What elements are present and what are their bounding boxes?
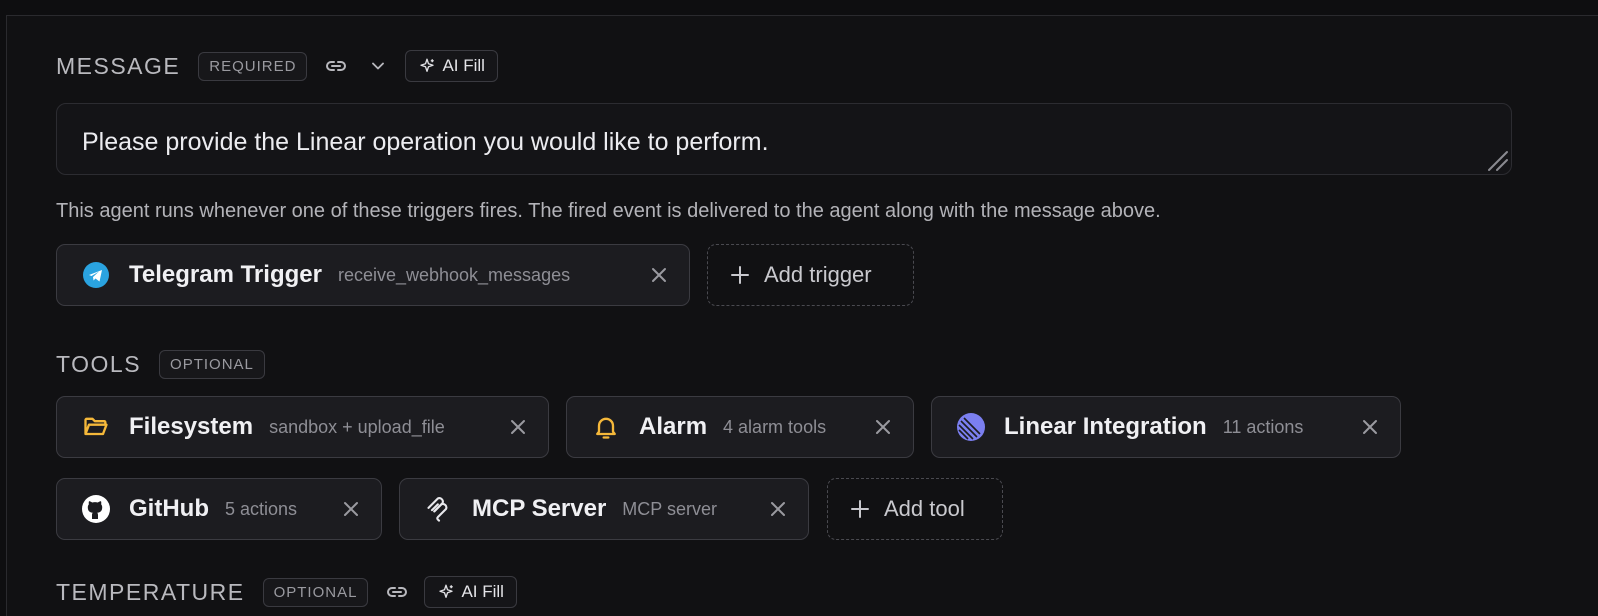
- sparkle-icon: [439, 584, 454, 598]
- temperature-field-header: TEMPERATURE OPTIONAL AI Fill: [56, 575, 517, 609]
- tool-name: MCP Server: [472, 495, 607, 522]
- link-icon[interactable]: [323, 53, 349, 79]
- close-icon[interactable]: [766, 497, 790, 521]
- close-icon[interactable]: [506, 415, 530, 439]
- tool-chip-mcp-server[interactable]: MCP Server MCP server: [399, 478, 809, 540]
- plus-icon: [731, 266, 749, 284]
- tool-meta: 4 alarm tools: [723, 416, 827, 437]
- tool-chip-filesystem[interactable]: Filesystem sandbox + upload_file: [56, 396, 549, 458]
- link-icon[interactable]: [384, 579, 410, 605]
- trigger-help-text: This agent runs whenever one of these tr…: [56, 200, 1161, 222]
- resize-handle-icon[interactable]: [1483, 146, 1509, 172]
- ai-fill-label: AI Fill: [461, 582, 504, 601]
- linear-icon: [956, 412, 986, 442]
- tool-name: GitHub: [129, 495, 209, 522]
- message-field-header: MESSAGE REQUIRED AI Fill: [56, 49, 498, 83]
- tool-name: Filesystem: [129, 413, 254, 440]
- required-badge: REQUIRED: [198, 51, 308, 81]
- github-icon: [81, 494, 111, 524]
- bell-icon: [591, 412, 621, 442]
- chevron-down-icon[interactable]: [365, 53, 391, 79]
- add-trigger-button[interactable]: Add trigger: [707, 244, 914, 306]
- sparkle-icon: [420, 58, 435, 72]
- tool-meta: sandbox + upload_file: [269, 416, 445, 437]
- message-label: MESSAGE: [56, 52, 181, 79]
- tool-chip-alarm[interactable]: Alarm 4 alarm tools: [566, 396, 914, 458]
- ai-fill-button[interactable]: AI Fill: [405, 50, 498, 82]
- tool-chip-linear[interactable]: Linear Integration 11 actions: [931, 396, 1401, 458]
- mcp-icon: [424, 494, 454, 524]
- add-tool-label: Add tool: [884, 496, 965, 521]
- tool-name: Alarm: [639, 413, 708, 440]
- tool-chip-github[interactable]: GitHub 5 actions: [56, 478, 382, 540]
- optional-badge: OPTIONAL: [159, 349, 265, 379]
- close-icon[interactable]: [339, 497, 363, 521]
- plus-icon: [851, 500, 869, 518]
- trigger-name: Telegram Trigger: [129, 261, 322, 288]
- tool-name: Linear Integration: [1004, 413, 1207, 440]
- add-trigger-label: Add trigger: [764, 262, 872, 287]
- ai-fill-button[interactable]: AI Fill: [424, 576, 517, 608]
- folder-icon: [81, 412, 111, 442]
- tool-meta: 11 actions: [1222, 416, 1304, 437]
- tool-meta: MCP server: [622, 498, 717, 519]
- add-tool-button[interactable]: Add tool: [827, 478, 1003, 540]
- tools-label: TOOLS: [56, 350, 142, 377]
- trigger-chip-telegram[interactable]: Telegram Trigger receive_webhook_message…: [56, 244, 690, 306]
- tools-field-header: TOOLS OPTIONAL: [56, 347, 265, 381]
- message-value: Please provide the Linear operation you …: [82, 128, 769, 156]
- close-icon[interactable]: [871, 415, 895, 439]
- close-icon[interactable]: [647, 263, 671, 287]
- temperature-label: TEMPERATURE: [56, 578, 245, 605]
- tool-meta: 5 actions: [224, 498, 298, 519]
- ai-fill-label: AI Fill: [442, 56, 485, 75]
- optional-badge: OPTIONAL: [262, 577, 369, 607]
- trigger-meta: receive_webhook_messages: [337, 264, 571, 285]
- telegram-icon: [81, 260, 111, 290]
- close-icon[interactable]: [1358, 415, 1382, 439]
- message-textarea[interactable]: Please provide the Linear operation you …: [56, 103, 1512, 175]
